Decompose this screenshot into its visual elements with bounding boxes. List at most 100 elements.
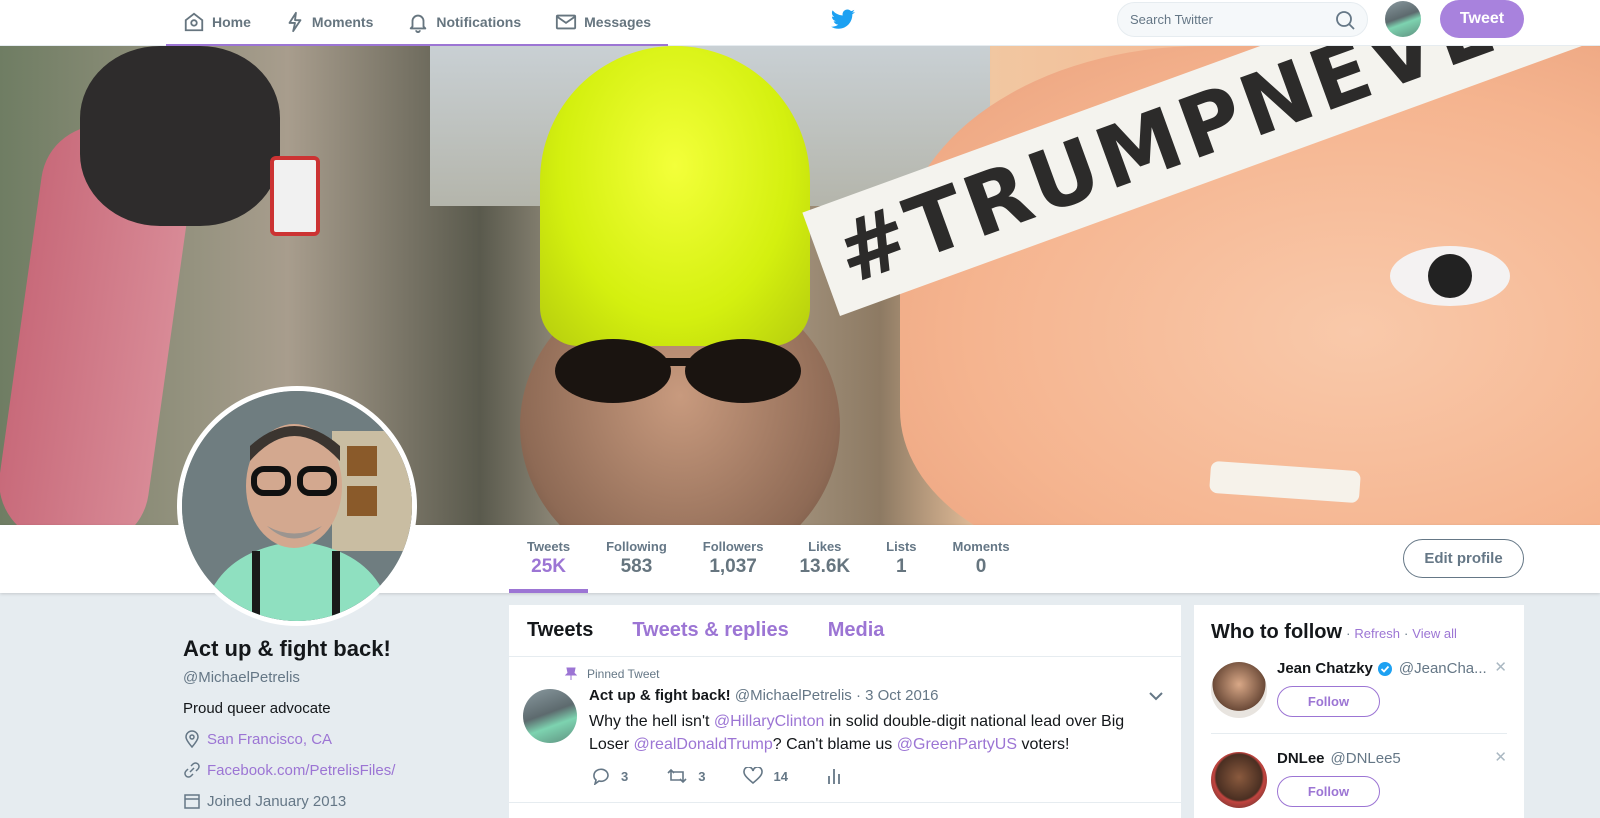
tweet-actions: 3 3 14 xyxy=(591,767,890,785)
lightning-icon xyxy=(288,11,302,33)
stat-following[interactable]: Following 583 xyxy=(588,525,685,593)
user-handle[interactable]: @JeanCha... xyxy=(1399,660,1487,677)
reply-icon xyxy=(593,768,609,785)
tab-tweets[interactable]: Tweets xyxy=(527,619,593,642)
mention-link[interactable]: @realDonaldTrump xyxy=(633,736,772,753)
who-to-follow-module: Who to follow · Refresh · View all Jean … xyxy=(1194,605,1524,818)
search-input[interactable] xyxy=(1130,12,1335,27)
stat-followers[interactable]: Followers 1,037 xyxy=(685,525,782,593)
pinned-label: Pinned Tweet xyxy=(587,667,660,681)
retweet-button[interactable]: 3 xyxy=(666,767,705,785)
follow-button[interactable]: Follow xyxy=(1277,686,1380,717)
location-link[interactable]: San Francisco, CA xyxy=(207,731,332,748)
location-pin-icon xyxy=(185,730,199,748)
pinned-tweet[interactable]: Pinned Tweet Act up & fight back! @Micha… xyxy=(509,657,1181,803)
profile-card: Act up & fight back! @MichaelPetrelis Pr… xyxy=(183,636,483,810)
tweet-text-part: Why the hell isn't xyxy=(589,713,714,730)
verified-badge-icon xyxy=(1377,661,1392,676)
analytics-button[interactable] xyxy=(826,767,852,785)
chevron-down-icon[interactable] xyxy=(1149,691,1163,701)
stat-value: 1,037 xyxy=(709,556,757,577)
reply-button[interactable]: 3 xyxy=(591,767,628,785)
stat-value: 13.6K xyxy=(799,556,851,577)
user-name-row[interactable]: DNLee @DNLee5 xyxy=(1277,750,1401,767)
stat-value: 583 xyxy=(620,556,653,577)
tweet-text: Why the hell isn't @HillaryClinton in so… xyxy=(589,710,1149,756)
search-box[interactable] xyxy=(1117,2,1368,37)
calendar-icon xyxy=(184,794,200,809)
top-navigation-bar: Home Moments Notifications Messages Twee… xyxy=(0,0,1600,46)
tab-tweets-and-replies[interactable]: Tweets & replies xyxy=(632,619,788,642)
profile-name[interactable]: Act up & fight back! xyxy=(183,636,483,662)
dismiss-icon[interactable]: ✕ xyxy=(1494,658,1507,676)
stat-value: 25K xyxy=(531,556,566,577)
stat-label: Tweets xyxy=(527,539,571,554)
stat-tweets[interactable]: Tweets 25K xyxy=(509,525,589,593)
stat-label: Followers xyxy=(702,539,764,554)
avatar-photo xyxy=(182,391,412,621)
tweet-date[interactable]: · 3 Oct 2016 xyxy=(856,687,939,704)
compose-tweet-button[interactable]: Tweet xyxy=(1440,0,1524,38)
nav-notifications[interactable]: Notifications xyxy=(390,0,538,44)
nav-messages[interactable]: Messages xyxy=(538,0,668,44)
mention-link[interactable]: @GreenPartyUS xyxy=(897,736,1017,753)
tab-media[interactable]: Media xyxy=(828,619,885,642)
stat-value: 1 xyxy=(896,556,907,577)
stat-lists[interactable]: Lists 1 xyxy=(868,525,934,593)
user-avatar[interactable] xyxy=(1211,752,1267,808)
nav-home-label: Home xyxy=(212,14,251,30)
nav-messages-label: Messages xyxy=(584,14,652,30)
who-to-follow-title: Who to follow xyxy=(1211,621,1343,643)
user-avatar[interactable] xyxy=(1211,662,1267,718)
like-button[interactable]: 14 xyxy=(743,767,788,785)
mention-link[interactable]: @HillaryClinton xyxy=(714,713,825,730)
nav-moments-label: Moments xyxy=(311,14,374,30)
timeline: Tweets Tweets & replies Media Pinned Twe… xyxy=(509,605,1181,818)
stat-label: Lists xyxy=(886,539,917,554)
main-nav: Home Moments Notifications Messages xyxy=(166,0,669,46)
nav-moments[interactable]: Moments xyxy=(268,0,390,44)
website-link[interactable]: Facebook.com/PetrelisFiles/ xyxy=(207,762,395,779)
stat-value: 0 xyxy=(975,556,987,577)
user-name-row[interactable]: Jean Chatzky @JeanCha... xyxy=(1277,660,1487,677)
tweet-avatar[interactable] xyxy=(523,689,577,743)
search-icon[interactable] xyxy=(1335,10,1355,30)
home-icon xyxy=(184,12,204,32)
profile-stats: Tweets 25K Following 583 Followers 1,037 Li… xyxy=(509,525,1028,593)
pinned-indicator: Pinned Tweet xyxy=(565,667,660,681)
profile-website: Facebook.com/PetrelisFiles/ xyxy=(183,761,483,779)
profile-handle[interactable]: @MichaelPetrelis xyxy=(183,669,483,686)
heart-icon xyxy=(743,767,764,785)
nav-home[interactable]: Home xyxy=(166,0,268,44)
view-all-link[interactable]: View all xyxy=(1412,626,1457,641)
like-count: 14 xyxy=(773,768,788,784)
reply-count: 3 xyxy=(621,768,629,784)
twitter-bird-icon[interactable] xyxy=(830,9,856,31)
timeline-tabs: Tweets Tweets & replies Media xyxy=(509,605,1181,657)
stat-label: Following xyxy=(606,539,667,554)
follow-button[interactable]: Follow xyxy=(1277,776,1380,807)
refresh-link[interactable]: Refresh xyxy=(1354,626,1400,641)
nav-notifications-label: Notifications xyxy=(436,14,522,30)
suggested-user: Jean Chatzky @JeanCha... ✕ Follow xyxy=(1211,652,1507,734)
tweet-author-handle[interactable]: @MichaelPetrelis xyxy=(735,687,852,704)
profile-avatar[interactable] xyxy=(177,386,417,626)
user-handle[interactable]: @DNLee5 xyxy=(1331,750,1401,767)
stat-label: Likes xyxy=(808,539,842,554)
stat-moments[interactable]: Moments 0 xyxy=(935,525,1028,593)
account-avatar[interactable] xyxy=(1385,1,1421,37)
dismiss-icon[interactable]: ✕ xyxy=(1494,748,1507,766)
who-to-follow-header: Who to follow · Refresh · View all xyxy=(1211,621,1457,643)
pin-icon xyxy=(565,667,577,680)
profile-location: San Francisco, CA xyxy=(183,730,483,748)
edit-profile-button[interactable]: Edit profile xyxy=(1403,539,1524,578)
user-name[interactable]: Jean Chatzky xyxy=(1277,660,1373,677)
tweet-author-name[interactable]: Act up & fight back! xyxy=(589,687,731,704)
stat-label: Moments xyxy=(952,539,1010,554)
retweet-icon xyxy=(667,768,687,784)
bell-icon xyxy=(410,14,427,33)
user-name[interactable]: DNLee xyxy=(1277,750,1325,767)
stat-likes[interactable]: Likes 13.6K xyxy=(781,525,868,593)
link-icon xyxy=(184,762,200,778)
joined-date: Joined January 2013 xyxy=(207,792,347,810)
